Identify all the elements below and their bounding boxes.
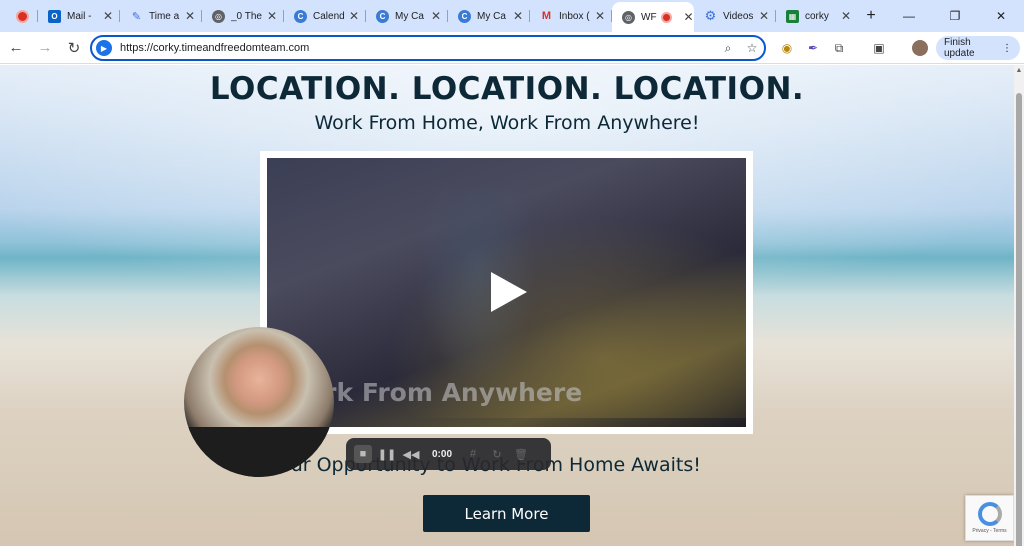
tab-mail[interactable]: O Mail - ✕ — [38, 2, 120, 30]
pause-icon[interactable]: ❚❚ — [378, 445, 396, 463]
sheet-icon: ▦ — [786, 9, 799, 23]
recorder-controls: ■ ❚❚ ◀◀ 0:00 # ↻ 🗑 — [346, 438, 551, 470]
url-text[interactable]: https://corky.timeandfreedomteam.com — [120, 42, 716, 54]
finish-update-label: Finish update — [944, 37, 975, 59]
c-logo-icon: C — [376, 9, 389, 23]
close-icon[interactable]: ✕ — [594, 10, 606, 22]
bookmark-star-icon[interactable]: ☆ — [740, 41, 764, 55]
extension-icon[interactable]: ◉ — [776, 37, 798, 59]
site-info-icon[interactable]: ▶ — [96, 40, 112, 56]
c-logo-icon: C — [294, 9, 307, 23]
tab-my-calendar-1[interactable]: C My Ca ✕ — [366, 2, 448, 30]
globe-icon: ◎ — [622, 10, 635, 24]
gear-icon: ⚙ — [704, 8, 717, 23]
tab-title: corky — [805, 10, 829, 22]
page-scrollbar[interactable]: ▲ — [1014, 65, 1024, 546]
forward-button[interactable]: → — [32, 35, 58, 61]
close-icon[interactable]: ✕ — [348, 10, 360, 22]
pen-icon: ✎ — [131, 10, 142, 23]
zoom-icon[interactable]: ⌕ — [716, 41, 740, 56]
minimize-button[interactable]: — — [886, 0, 932, 32]
close-icon[interactable]: ✕ — [758, 10, 770, 22]
video-frame: ork From Anywhere — [260, 151, 753, 434]
tab-title: Calend — [313, 10, 345, 22]
more-menu-icon: ⋮ — [1002, 42, 1012, 54]
recaptcha-logo-icon — [977, 502, 1002, 526]
video-player[interactable]: ork From Anywhere — [267, 158, 746, 427]
tab-title: My Ca — [395, 10, 424, 22]
close-icon[interactable]: ✕ — [684, 11, 694, 23]
webcam-bubble[interactable] — [184, 327, 334, 477]
tab-strip: O Mail - ✕ ✎ Time a ✕ ◎ _0 The ✕ C Calen… — [0, 0, 1024, 32]
new-tab-button[interactable]: + — [858, 2, 884, 30]
close-icon[interactable]: ✕ — [266, 10, 278, 22]
tab-inbox[interactable]: M Inbox ( ✕ — [530, 2, 612, 30]
recording-time: 0:00 — [432, 448, 453, 460]
window-controls: — ❐ ✕ — [886, 0, 1024, 32]
side-panel-icon[interactable]: ▣ — [868, 37, 890, 59]
close-window-button[interactable]: ✕ — [978, 0, 1024, 32]
extensions-puzzle-icon[interactable]: ⧉ — [828, 37, 850, 59]
tab-title: Mail - — [67, 10, 92, 22]
finish-update-button[interactable]: Finish update ⋮ — [936, 36, 1020, 60]
tab-wf-active[interactable]: ◎ WF ✕ — [612, 2, 694, 32]
restart-icon[interactable]: ↻ — [488, 445, 506, 463]
back-button[interactable]: ← — [3, 35, 29, 61]
tab-title: _0 The — [231, 10, 262, 22]
recaptcha-badge[interactable]: Privacy - Terms — [965, 495, 1014, 541]
restore-button[interactable]: ❐ — [932, 0, 978, 32]
tab-calendar[interactable]: C Calend ✕ — [284, 2, 366, 30]
learn-more-button[interactable]: Learn More — [423, 495, 590, 532]
scroll-thumb[interactable] — [1016, 93, 1022, 546]
tab-corky[interactable]: ▦ corky ✕ — [776, 2, 858, 30]
stop-recording-icon[interactable]: ■ — [354, 445, 372, 463]
scroll-up-arrow-icon[interactable]: ▲ — [1014, 67, 1024, 77]
tab-my-calendar-2[interactable]: C My Ca ✕ — [448, 2, 530, 30]
page-content: LOCATION. LOCATION. LOCATION. Work From … — [0, 65, 1014, 546]
close-icon[interactable]: ✕ — [430, 10, 442, 22]
recording-dot-icon — [16, 9, 29, 23]
tab-title: My Ca — [477, 10, 506, 22]
close-icon[interactable]: ✕ — [184, 10, 196, 22]
recaptcha-links[interactable]: Privacy - Terms — [972, 528, 1006, 534]
c-logo-icon: C — [458, 9, 471, 23]
close-icon[interactable]: ✕ — [102, 10, 114, 22]
tab-title: Time a — [149, 10, 180, 22]
tab-title: Inbox ( — [559, 10, 590, 22]
tab-recording[interactable] — [0, 2, 38, 30]
page-headline: LOCATION. LOCATION. LOCATION. — [209, 71, 805, 107]
reload-button[interactable]: ↻ — [61, 35, 87, 61]
gmail-icon: M — [541, 10, 552, 22]
browser-toolbar: ← → ↻ ▶ https://corky.timeandfreedomteam… — [0, 32, 1024, 64]
tab-videos[interactable]: ⚙ Videos ✕ — [694, 2, 776, 30]
play-icon[interactable] — [491, 272, 527, 312]
grid-icon[interactable]: # — [464, 445, 482, 463]
tab-title: Videos — [723, 10, 754, 22]
close-icon[interactable]: ✕ — [840, 10, 852, 22]
tab-title: WF — [641, 11, 657, 23]
globe-icon: ◎ — [212, 9, 225, 23]
profile-avatar[interactable] — [912, 40, 928, 56]
outlook-icon: O — [48, 9, 61, 23]
rewind-icon[interactable]: ◀◀ — [402, 445, 420, 463]
video-caption: ork From Anywhere — [307, 378, 583, 407]
pen-extension-icon[interactable]: ✒ — [802, 37, 824, 59]
recording-dot-icon — [660, 11, 672, 23]
address-bar[interactable]: ▶ https://corky.timeandfreedomteam.com ⌕… — [90, 35, 766, 61]
tab-time[interactable]: ✎ Time a ✕ — [120, 2, 202, 30]
tab-the[interactable]: ◎ _0 The ✕ — [202, 2, 284, 30]
close-icon[interactable]: ✕ — [512, 10, 524, 22]
webcam-shirt — [184, 427, 334, 477]
trash-icon[interactable]: 🗑 — [512, 445, 530, 463]
page-subhead: Work From Home, Work From Anywhere! — [314, 112, 700, 134]
